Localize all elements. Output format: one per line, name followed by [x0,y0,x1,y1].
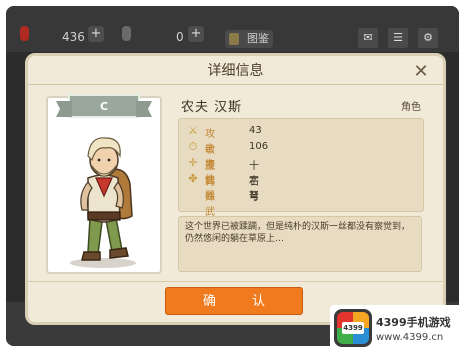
role-label: 角色 [401,102,421,113]
watermark-brand: 4399手机游戏 [376,316,451,329]
clover-icon: ✤ [188,172,198,185]
character-header: 农夫 汉斯 角色 [181,96,421,115]
add-gold-button[interactable]: + [88,26,104,42]
character-detail-dialog: 详细信息 ✕ C 农夫 汉斯 角色 ⚔ 攻击力 43 ⏱ 敏捷性 106 ✛ 主… [25,53,446,325]
book-icon [229,33,239,45]
close-icon[interactable]: ✕ [411,62,431,82]
resource-bar: 436 + 0 + 图鉴 ✉ ☰ ⚙ [6,6,459,52]
gold-count: 436 [62,30,85,44]
title-divider [28,84,443,85]
gem-count: 0 [176,30,184,44]
character-name: 农夫 汉斯 [181,100,243,115]
character-description: 这个世界已被蹂躏，但是纯朴的汉斯一丝都没有察觉到，仍然悠闲的躺在草原上… [178,216,422,272]
mail-icon[interactable]: ✉ [358,28,378,48]
settings-icon[interactable]: ⚙ [418,28,438,48]
4399-logo-icon: 4399 [334,309,372,347]
add-gem-button[interactable]: + [188,26,204,42]
site-watermark: 4399 4399手机游戏 www.4399.cn [330,305,466,353]
task-icon[interactable]: ☰ [388,28,408,48]
dialog-title: 详细信息 [207,63,264,79]
stat-value: 石弓 [249,177,259,203]
codex-label: 图鉴 [247,32,269,45]
stopwatch-icon: ⏱ [188,140,198,153]
farmer-portrait [80,137,133,261]
stats-panel: ⚔ 攻击力 43 ⏱ 敏捷性 106 ✛ 主武器 十字弩 ✤ 特殊武器 石弓 [178,118,424,233]
footer-divider [28,281,443,282]
stat-value: 43 [249,125,262,136]
sword-icon: ⚔ [188,124,198,137]
codex-button[interactable]: 图鉴 [225,30,273,48]
logo-badge-text: 4399 [342,322,364,334]
crosshair-icon: ✛ [188,156,198,169]
character-card: C [46,94,162,274]
ruby-icon [20,26,29,41]
stat-value: 106 [249,141,269,152]
confirm-button[interactable]: 确 认 [165,287,303,315]
gem-icon [122,26,131,41]
watermark-url: www.4399.cn [376,332,444,343]
